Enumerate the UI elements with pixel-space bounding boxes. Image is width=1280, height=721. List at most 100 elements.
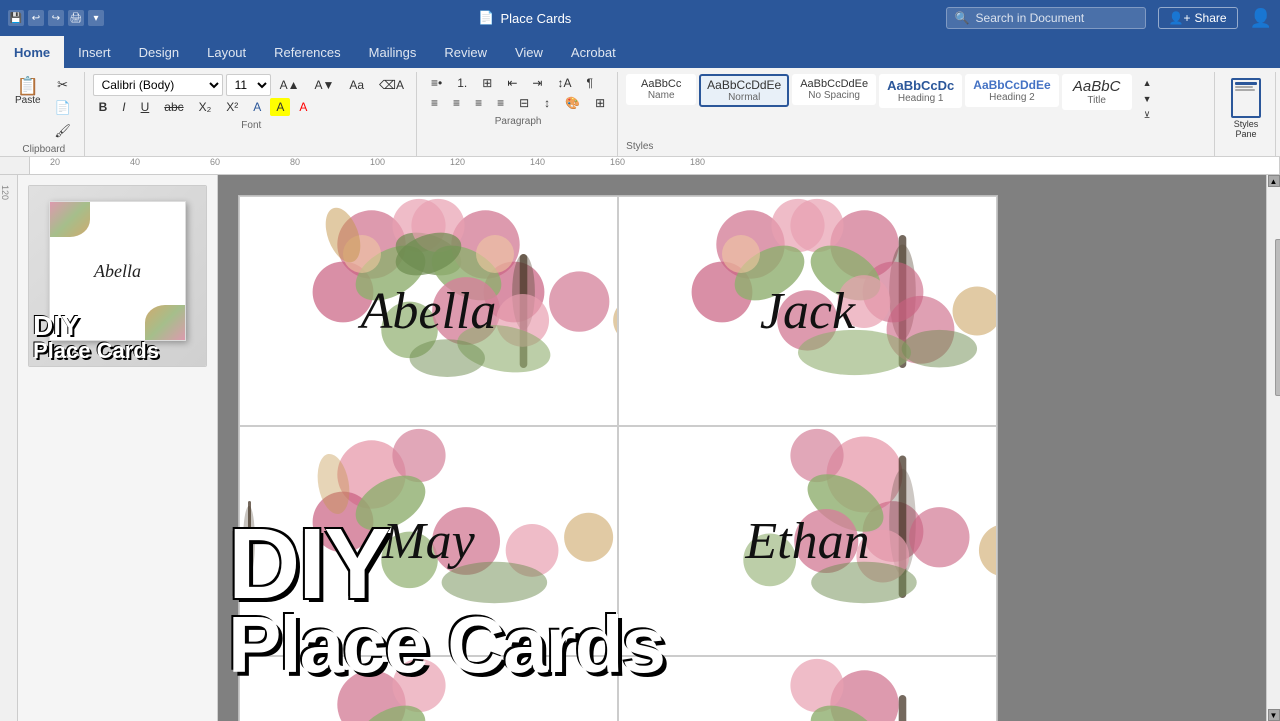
diy-line2: Place Cards [33, 340, 202, 362]
place-card-partial-right[interactable] [618, 656, 997, 721]
style-no-spacing[interactable]: AaBbCcDdEe No Spacing [792, 74, 876, 105]
search-bar[interactable]: 🔍 Search in Document [946, 7, 1146, 29]
format-painter-button[interactable]: 🖌 [48, 120, 78, 142]
card-name-jack: Jack [760, 282, 855, 341]
place-card-partial-left[interactable]: ... [239, 656, 618, 721]
card-name-abella: Abella [361, 282, 497, 341]
bullets-button[interactable]: ≡• [425, 74, 448, 92]
style-heading1[interactable]: AaBbCcDc Heading 1 [879, 74, 962, 108]
place-card-ethan[interactable]: Ethan [618, 426, 997, 656]
font-row2: B I U abc X₂ X² A A A [93, 98, 410, 116]
diy-line1: DIY [33, 312, 202, 340]
ribbon-content: 📋 Paste ✂ 📄 🖌 Clipboard Calibri (Body) [0, 68, 1280, 156]
increase-indent-button[interactable]: ⇥ [526, 74, 548, 92]
font-color-button[interactable]: A [293, 98, 313, 116]
customize-icon[interactable]: ▾ [88, 10, 104, 26]
save-icon[interactable]: 💾 [8, 10, 24, 26]
document-area[interactable]: ⊕ [218, 175, 1266, 721]
tab-references[interactable]: References [260, 36, 354, 68]
place-card-may[interactable]: May [239, 426, 618, 656]
share-icon: 👤+ [1169, 11, 1191, 25]
style-title[interactable]: AaBbC Title [1062, 74, 1132, 110]
italic-button[interactable]: I [116, 98, 131, 116]
sort-button[interactable]: ↕A [551, 74, 577, 92]
tab-insert[interactable]: Insert [64, 36, 125, 68]
align-left-button[interactable]: ≡ [425, 94, 444, 112]
scroll-thumb[interactable] [1275, 239, 1280, 396]
tab-design[interactable]: Design [125, 36, 193, 68]
tab-mailings[interactable]: Mailings [355, 36, 431, 68]
card-name-ethan: Ethan [745, 512, 869, 571]
bold-button[interactable]: B [93, 98, 114, 116]
horizontal-ruler: 20 40 60 80 100 120 140 160 180 [30, 157, 1280, 174]
font-size-select[interactable]: 11 [226, 74, 271, 96]
align-center-button[interactable]: ≡ [447, 94, 466, 112]
style-name[interactable]: AaBbCc Name [626, 74, 696, 105]
tab-view[interactable]: View [501, 36, 557, 68]
show-hide-button[interactable]: ¶ [580, 74, 598, 92]
font-row1: Calibri (Body) 11 A▲ A▼ Aa ⌫A [93, 74, 410, 96]
style-normal[interactable]: AaBbCcDdEe Normal [699, 74, 789, 107]
styles-pane-group: Styles Pane [1217, 72, 1276, 156]
justify-button[interactable]: ≡ [491, 94, 510, 112]
title-right-controls: 🔍 Search in Document 👤+ Share 👤 [946, 7, 1272, 29]
superscript-button[interactable]: X² [220, 98, 244, 116]
scroll-down-button[interactable]: ▼ [1268, 709, 1280, 721]
tab-home[interactable]: Home [0, 36, 64, 68]
decrease-indent-button[interactable]: ⇤ [501, 74, 523, 92]
tab-review[interactable]: Review [430, 36, 501, 68]
styles-pane-button[interactable]: Styles Pane [1223, 74, 1269, 143]
para-row2: ≡ ≡ ≡ ≡ ⊟ ↕ 🎨 ⊞ [425, 94, 611, 112]
vertical-scrollbar[interactable]: ▲ ▼ [1266, 175, 1280, 721]
page-thumbnail[interactable]: Abella DIY Place Cards [28, 185, 207, 367]
text-effects-button[interactable]: A [247, 98, 267, 116]
styles-scroll-up[interactable]: ▲ [1137, 76, 1158, 90]
font-shrink-button[interactable]: A▼ [308, 76, 340, 94]
line-spacing-button[interactable]: ↕ [538, 94, 556, 112]
subscript-button[interactable]: X₂ [193, 98, 218, 116]
scroll-up-button[interactable]: ▲ [1268, 175, 1280, 187]
change-case-button[interactable]: Aa [343, 76, 370, 94]
paste-button[interactable]: 📋 Paste [10, 74, 46, 109]
multilevel-button[interactable]: ⊞ [476, 74, 498, 92]
copy-button[interactable]: 📄 [48, 97, 78, 119]
styles-scroll-down[interactable]: ▼ [1137, 92, 1158, 106]
paste-icon: 📋 [17, 77, 39, 95]
clear-format-button[interactable]: ⌫A [373, 76, 410, 94]
borders-button[interactable]: ⊞ [589, 94, 611, 112]
feather-left-3 [240, 501, 260, 581]
font-group: Calibri (Body) 11 A▲ A▼ Aa ⌫A B I U abc … [87, 72, 417, 156]
user-avatar[interactable]: 👤 [1250, 8, 1272, 29]
font-family-select[interactable]: Calibri (Body) [93, 74, 223, 96]
shading-button[interactable]: 🎨 [559, 94, 586, 112]
thumbnail-name: Abella [94, 261, 141, 282]
place-card-abella[interactable]: Abella [239, 196, 618, 426]
main-area: 20 40 60 80 100 120 Abel [0, 175, 1280, 721]
numbering-button[interactable]: 1. [451, 74, 473, 92]
styles-more[interactable]: ⊻ [1137, 108, 1158, 123]
strikethrough-button[interactable]: abc [158, 98, 189, 116]
align-right-button[interactable]: ≡ [469, 94, 488, 112]
print-icon[interactable]: 🖨 [68, 10, 84, 26]
underline-button[interactable]: U [135, 98, 156, 116]
font-label: Font [93, 120, 410, 131]
page-thumbnail-sidebar: Abella DIY Place Cards [18, 175, 218, 721]
tab-layout[interactable]: Layout [193, 36, 260, 68]
vertical-ruler: 20 40 60 80 100 120 [0, 175, 18, 721]
undo-icon[interactable]: ↩ [28, 10, 44, 26]
ribbon-tabs: Home Insert Design Layout References Mai… [0, 36, 1280, 68]
font-grow-button[interactable]: A▲ [274, 76, 306, 94]
cut-button[interactable]: ✂ [48, 74, 78, 96]
place-card-jack[interactable]: Jack [618, 196, 997, 426]
text-highlight-button[interactable]: A [270, 98, 290, 116]
card-name-may: May [382, 512, 474, 571]
style-heading2[interactable]: AaBbCcDdEe Heading 2 [965, 74, 1058, 107]
columns-button[interactable]: ⊟ [513, 94, 535, 112]
tab-acrobat[interactable]: Acrobat [557, 36, 630, 68]
redo-icon[interactable]: ↪ [48, 10, 64, 26]
paragraph-label: Paragraph [425, 116, 611, 127]
ruler-corner [0, 157, 30, 174]
ruler-area: 20 40 60 80 100 120 140 160 180 [0, 157, 1280, 175]
share-button[interactable]: 👤+ Share [1158, 7, 1238, 29]
styles-group: AaBbCc Name AaBbCcDdEe Normal AaBbCcDdEe… [620, 72, 1215, 156]
